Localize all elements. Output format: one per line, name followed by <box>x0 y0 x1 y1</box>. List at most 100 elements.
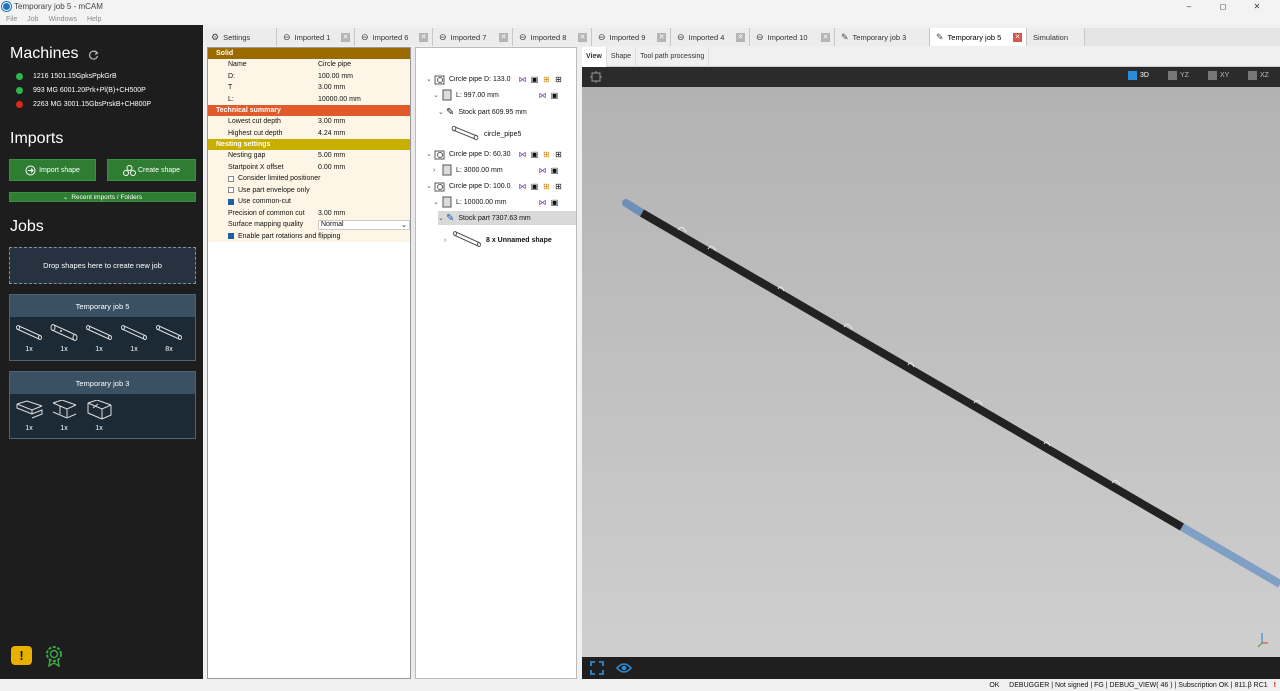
tree-item[interactable]: › L: 3000.00 mm ⋈ ▣ <box>433 163 559 177</box>
recent-imports-button[interactable]: ⌄ Recent imports / Folders <box>9 192 196 202</box>
close-tab-icon[interactable]: ✕ <box>1013 32 1022 42</box>
tab-imported-1[interactable]: ⊖ Imported 1 ✕ <box>277 28 355 46</box>
job-title: Temporary job 5 <box>10 295 195 317</box>
menu-windows[interactable]: Windows <box>49 16 77 23</box>
stock-end-left <box>622 199 646 217</box>
tab-simulation[interactable]: Simulation <box>1027 28 1085 46</box>
grid-icon: ⊞ <box>555 74 562 84</box>
save-icon: ▣ <box>530 149 539 159</box>
tab-temporary-job-3[interactable]: ✎ Temporary job 3 <box>835 28 930 46</box>
tab-imported-6[interactable]: ⊖ Imported 6 ✕ <box>355 28 433 46</box>
cut-marks <box>677 226 1121 486</box>
alert-icon[interactable]: ! <box>11 646 32 665</box>
tree-item[interactable]: circle_pipe5 <box>450 124 521 144</box>
eye-icon[interactable] <box>616 662 632 674</box>
maximize-button[interactable]: ◻ <box>1206 0 1240 13</box>
close-tab-icon[interactable]: ✕ <box>419 32 428 42</box>
imports-title: Imports <box>10 130 64 147</box>
surface-quality-select[interactable]: Normal ⌄ <box>318 219 410 230</box>
create-shape-button[interactable]: Create shape <box>107 159 196 181</box>
prop-row: L: 10000.00 mm <box>208 93 410 105</box>
machine-item[interactable]: 1216 1501.15GpksPpkGrB <box>16 71 117 81</box>
tree-item-selected[interactable]: ⌄ ✎ Stock part 7307.63 mm <box>438 211 576 225</box>
tree-item[interactable]: ⌄ Circle pipe D: 60.30 ⋈ ▣ ⊞ ⊞ <box>426 147 563 161</box>
close-tab-icon[interactable]: ✕ <box>821 32 830 42</box>
job-shape-item[interactable]: 1x <box>84 323 114 353</box>
tab-imported-9[interactable]: ⊖ Imported 9 ✕ <box>592 28 671 46</box>
view-3d-button[interactable]: 3D <box>1128 71 1149 80</box>
job-shape-item[interactable]: 1x <box>119 323 149 353</box>
job-card-temporary-job-3[interactable]: Temporary job 3 1x 1x 1x <box>9 371 196 439</box>
prop-row: Highest cut depth 4.24 mm <box>208 127 410 139</box>
consider-limited-positioner-checkbox[interactable]: Consider limited positioner <box>208 173 410 185</box>
job-shape-item[interactable]: 1x <box>14 323 44 353</box>
close-button[interactable]: ✕ <box>1240 0 1274 13</box>
tree-item[interactable]: › 8 x Unnamed shape <box>444 230 552 250</box>
import-icon: ⊖ <box>677 31 685 42</box>
refresh-icon[interactable] <box>89 50 99 60</box>
minimize-button[interactable]: – <box>1172 0 1206 13</box>
machine-item[interactable]: 993 MG 6001.20Prk+Pl(B)+CH500P <box>16 85 146 95</box>
fullscreen-icon[interactable] <box>590 661 604 675</box>
close-tab-icon[interactable]: ✕ <box>341 32 350 42</box>
chevron-down-icon: ⌄ <box>433 199 439 206</box>
tab-imported-4[interactable]: ⊖ Imported 4 ✕ <box>671 28 750 46</box>
job-shape-item[interactable]: 1x <box>14 400 44 432</box>
tab-imported-10[interactable]: ⊖ Imported 10 ✕ <box>750 28 835 46</box>
close-tab-icon[interactable]: ✕ <box>499 32 508 42</box>
tab-temporary-job-5[interactable]: ✎ Temporary job 5 ✕ <box>930 28 1027 46</box>
prop-row[interactable]: Precision of common cut 3.00 mm <box>208 207 410 219</box>
close-tab-icon[interactable]: ✕ <box>657 32 666 42</box>
job-drop-zone[interactable]: Drop shapes here to create new job <box>9 247 196 284</box>
pen-icon: ✎ <box>446 106 455 118</box>
tab-view[interactable]: View <box>582 46 607 67</box>
pipe-3d-model[interactable] <box>582 87 1280 659</box>
shape-tree: ⌄ Circle pipe D: 133.0 ⋈ ▣ ⊞ ⊞ ⌄ L: 997.00 mm ⋈… <box>415 47 577 679</box>
machine-item[interactable]: 2263 MG 3001.15GbsPrskB+CH800P <box>16 99 151 109</box>
beam-shape-icon <box>52 400 77 419</box>
job-shape-item[interactable]: 8x <box>154 323 184 353</box>
job-shape-item[interactable]: 1x <box>84 400 114 432</box>
tab-imported-8[interactable]: ⊖ Imported 8 ✕ <box>513 28 592 46</box>
tab-settings[interactable]: ⚙ Settings <box>205 28 277 46</box>
menu-file[interactable]: File <box>6 16 17 23</box>
close-tab-icon[interactable]: ✕ <box>736 32 745 42</box>
menu-job[interactable]: Job <box>27 16 38 23</box>
view-xz-button[interactable]: XZ <box>1248 71 1269 80</box>
use-part-envelope-checkbox[interactable]: Use part envelope only <box>208 184 410 196</box>
error-icon[interactable]: ! <box>1274 682 1276 689</box>
tab-shape[interactable]: Shape <box>607 46 637 67</box>
close-tab-icon[interactable]: ✕ <box>578 32 587 42</box>
prop-row[interactable]: Nesting gap 5.00 mm <box>208 150 410 162</box>
job-card-temporary-job-5[interactable]: Temporary job 5 1x 1x 1x 1x 8x <box>9 294 196 361</box>
fit-view-icon[interactable] <box>590 71 602 83</box>
job-shape-item[interactable]: 1x <box>49 323 79 353</box>
save-icon: ▣ <box>530 181 539 191</box>
tab-imported-7[interactable]: ⊖ Imported 7 ✕ <box>433 28 513 46</box>
save-icon: ▣ <box>550 90 559 100</box>
tree-item[interactable]: ⌄ Circle pipe D: 133.0 ⋈ ▣ ⊞ ⊞ <box>426 72 563 86</box>
status-dot-icon <box>16 72 23 80</box>
tab-tool-path-processing[interactable]: Tool path processing <box>636 46 710 67</box>
tree-item[interactable]: ⌄ Circle pipe D: 100.0 ⋈ ▣ ⊞ ⊞ <box>426 179 563 193</box>
3d-viewport[interactable]: 3D YZ XY XZ <box>582 67 1280 659</box>
view-xy-button[interactable]: XY <box>1208 71 1229 80</box>
prop-row: T 3.00 mm <box>208 82 410 94</box>
job-shape-item[interactable]: 1x <box>49 400 79 432</box>
menu-help[interactable]: Help <box>87 16 101 23</box>
use-common-cut-checkbox[interactable]: Use common-cut <box>208 196 410 208</box>
tree-item[interactable]: ⌄ ✎ Stock part 609.95 mm <box>438 105 527 119</box>
import-shape-button[interactable]: Import shape <box>9 159 96 181</box>
save-icon: ▣ <box>550 165 559 175</box>
pipe-shape-icon <box>451 125 479 141</box>
prop-row[interactable]: Startpoint X offset 0.00 mm <box>208 161 410 173</box>
solid-icon <box>434 150 445 160</box>
view-yz-button[interactable]: YZ <box>1168 71 1189 80</box>
tree-item[interactable]: ⌄ L: 997.00 mm ⋈ ▣ <box>433 88 559 102</box>
enable-rotations-checkbox[interactable]: Enable part rotations and flipping <box>208 230 410 242</box>
app-icon <box>2 2 11 11</box>
tree-item[interactable]: ⌄ L: 10000.00 mm ⋈ ▣ <box>433 195 559 209</box>
prop-row: Surface mapping quality Normal ⌄ <box>208 219 410 231</box>
pipe-shape-icon <box>50 324 78 341</box>
award-icon[interactable] <box>44 645 64 667</box>
